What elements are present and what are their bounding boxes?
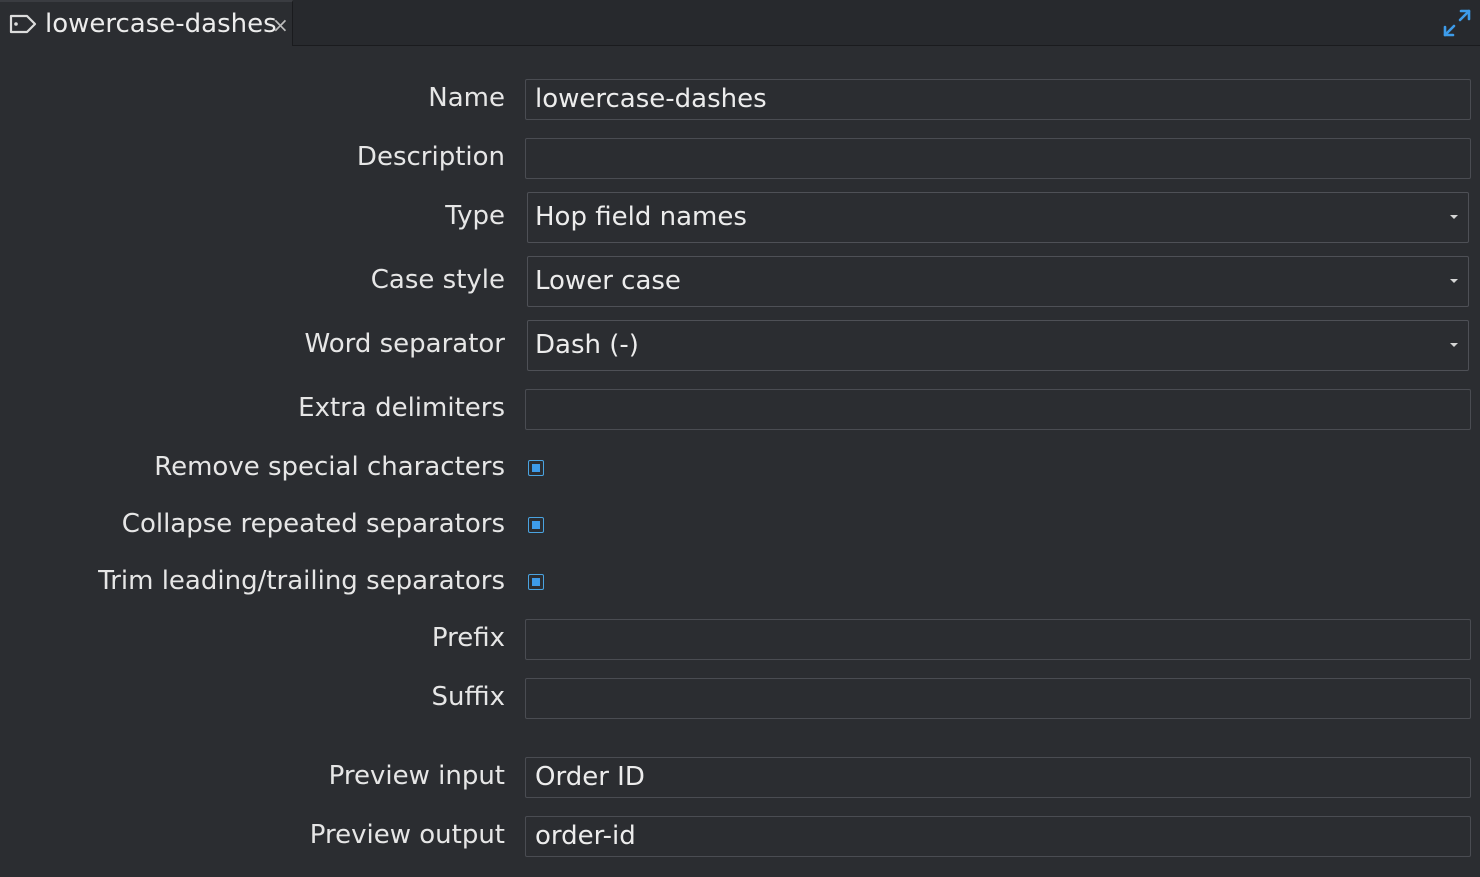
word-separator-row: Word separator Dash (-) [0,320,1480,371]
suffix-row: Suffix [0,678,1480,719]
preview-output-field[interactable]: order-id [525,816,1471,857]
description-field[interactable] [525,138,1471,179]
trim-separators-label: Trim leading/trailing separators [98,566,505,596]
collapse-repeated-row: Collapse repeated separators [0,507,1480,545]
suffix-label: Suffix [431,682,505,712]
tab-lowercase-dashes[interactable]: lowercase-dashes × [0,0,293,46]
prefix-field[interactable] [525,619,1471,660]
chevron-down-icon [1450,279,1458,283]
preview-input-row: Preview input Order ID [0,757,1480,798]
preview-output-label: Preview output [309,820,505,850]
remove-special-label: Remove special characters [154,452,505,482]
case-style-dropdown[interactable]: Lower case [527,256,1469,307]
case-style-row: Case style Lower case [0,256,1480,307]
type-dropdown[interactable]: Hop field names [527,192,1469,243]
checkbox-checked-mark [532,464,540,472]
extra-delimiters-row: Extra delimiters [0,389,1480,430]
name-field[interactable]: lowercase-dashes [525,79,1471,120]
checkbox-checked-mark [532,578,540,586]
type-row: Type Hop field names [0,192,1480,243]
type-value: Hop field names [535,202,747,232]
remove-special-row: Remove special characters [0,450,1480,488]
suffix-field[interactable] [525,678,1471,719]
chevron-down-icon [1450,343,1458,347]
remove-special-checkbox[interactable] [528,460,544,476]
close-icon[interactable]: × [272,13,289,37]
preview-input-label: Preview input [328,761,505,791]
prefix-row: Prefix [0,619,1480,660]
description-label: Description [356,142,505,172]
case-style-value: Lower case [535,266,681,296]
name-label: Name [428,83,505,113]
trim-separators-checkbox[interactable] [528,574,544,590]
trim-separators-row: Trim leading/trailing separators [0,564,1480,602]
extra-delimiters-field[interactable] [525,389,1471,430]
type-label: Type [445,201,505,231]
editor-window: lowercase-dashes × Name lowercase-dashes… [0,0,1480,877]
collapse-repeated-checkbox[interactable] [528,517,544,533]
preview-output-row: Preview output order-id [0,816,1480,857]
description-row: Description [0,138,1480,179]
maximize-icon[interactable] [1440,6,1474,40]
collapse-repeated-label: Collapse repeated separators [121,509,505,539]
extra-delimiters-label: Extra delimiters [298,393,505,423]
name-row: Name lowercase-dashes [0,79,1480,120]
tag-icon [9,14,37,34]
tab-title: lowercase-dashes [45,9,277,39]
preview-input-field[interactable]: Order ID [525,757,1471,798]
case-style-label: Case style [370,265,505,295]
word-separator-value: Dash (-) [535,330,639,360]
chevron-down-icon [1450,215,1458,219]
word-separator-dropdown[interactable]: Dash (-) [527,320,1469,371]
word-separator-label: Word separator [304,329,505,359]
prefix-label: Prefix [431,623,505,653]
tab-bar: lowercase-dashes × [0,0,1480,46]
checkbox-checked-mark [532,521,540,529]
